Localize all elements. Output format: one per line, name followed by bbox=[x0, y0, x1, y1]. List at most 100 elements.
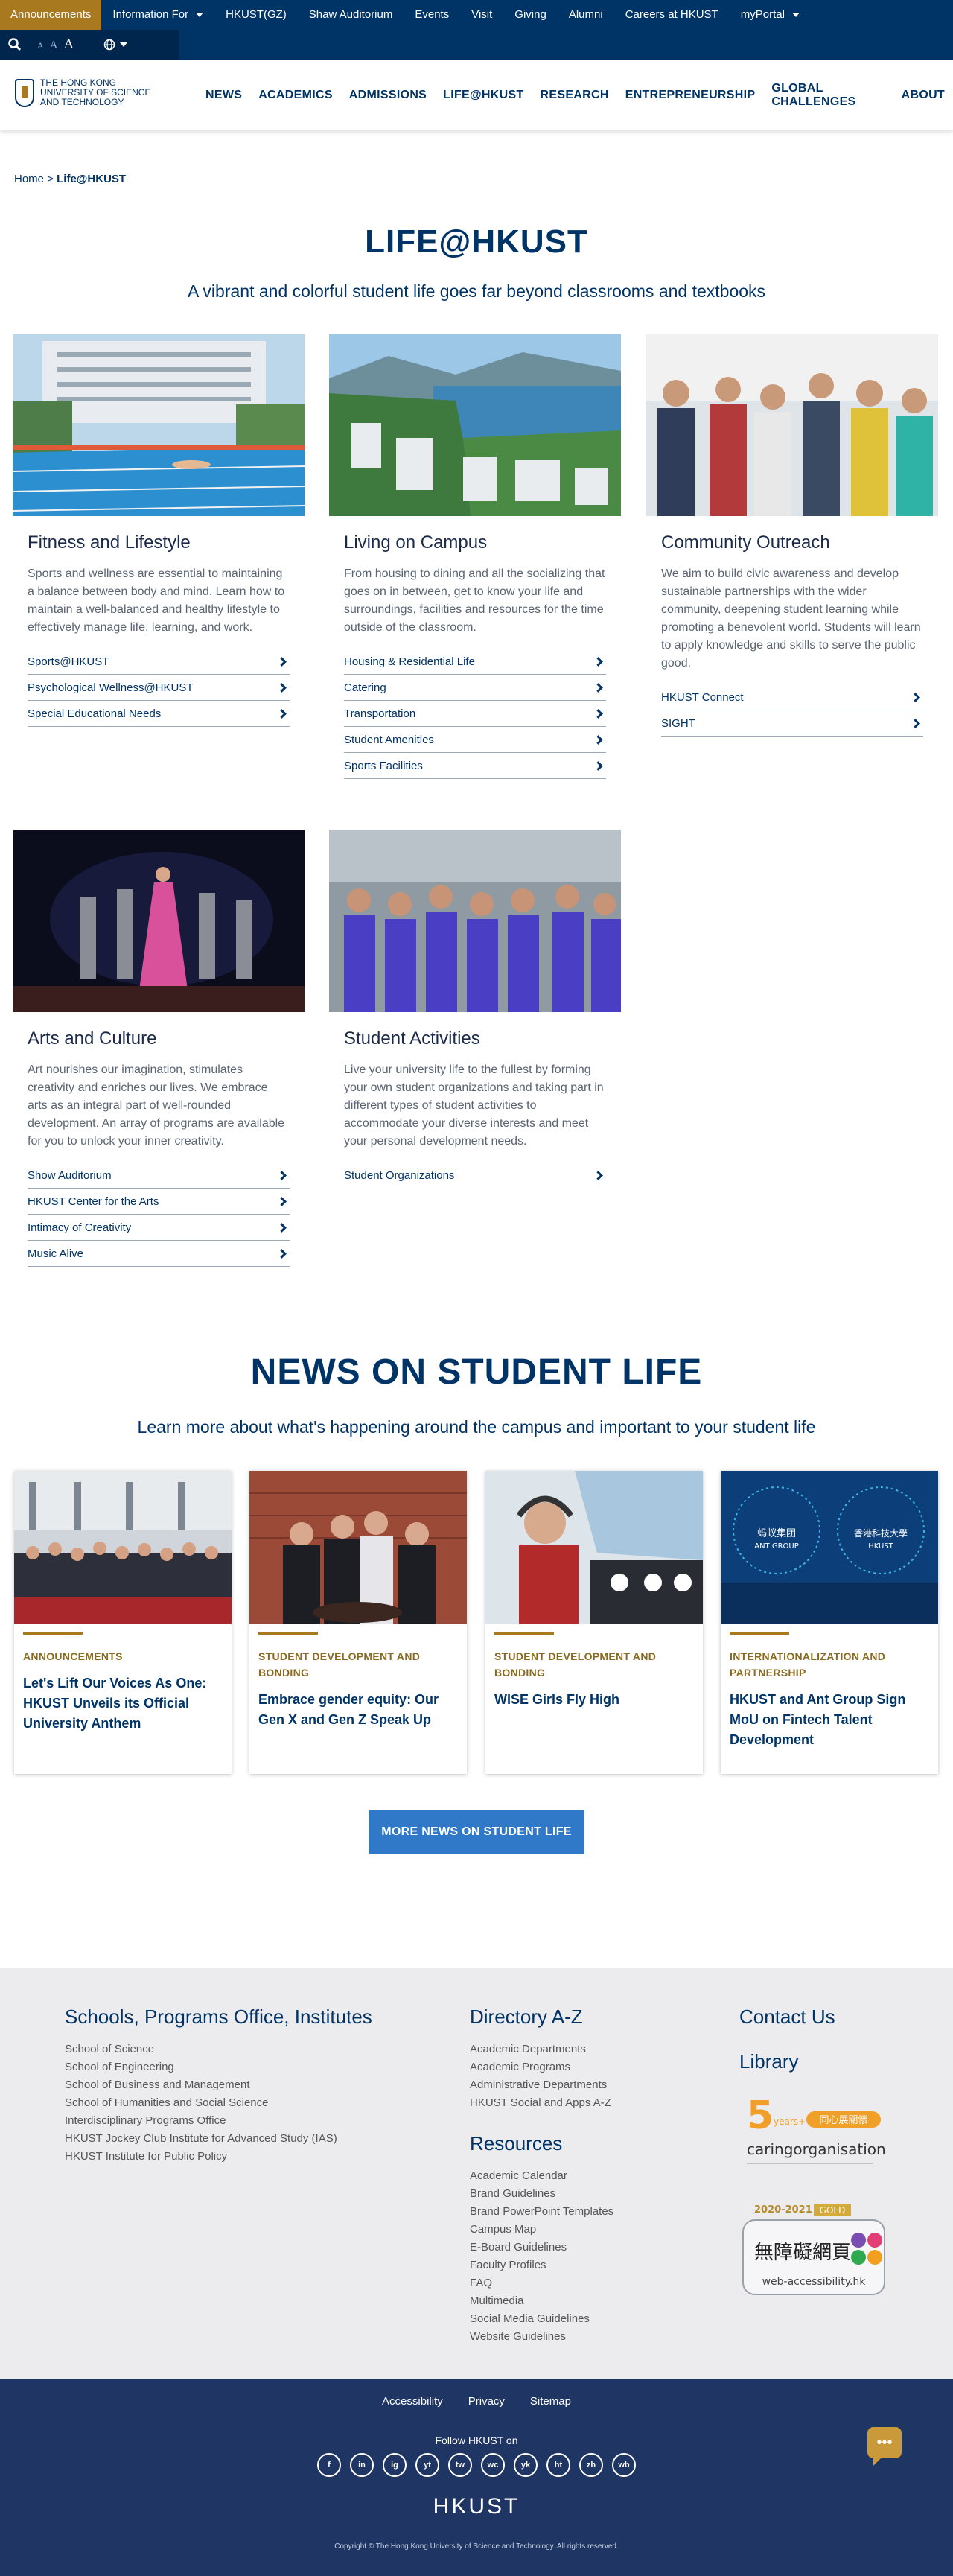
instagram-icon[interactable]: ig bbox=[383, 2453, 407, 2477]
nav-life-hkust[interactable]: LIFE@HKUST bbox=[435, 89, 532, 102]
card-description: From housing to dining and all the socia… bbox=[344, 567, 605, 634]
font-size-small[interactable]: A bbox=[37, 40, 44, 51]
footer-link-academic-calendar[interactable]: Academic Calendar bbox=[470, 2167, 613, 2185]
card-arts-culture: Arts and Culture Art nourishes our imagi… bbox=[13, 830, 305, 1267]
footer-link-website-guidelines[interactable]: Website Guidelines bbox=[470, 2328, 613, 2346]
footer-legal-links: Accessibility Privacy Sitemap bbox=[0, 2395, 953, 2408]
link-transportation[interactable]: Transportation bbox=[344, 701, 606, 727]
library-link[interactable]: Library bbox=[739, 2050, 798, 2073]
font-size-large[interactable]: A bbox=[64, 36, 74, 53]
footer-link-ppt-templates[interactable]: Brand PowerPoint Templates bbox=[470, 2203, 613, 2221]
footer-hkust-logo[interactable]: HKUST bbox=[0, 2494, 953, 2519]
news-card[interactable]: ANNOUNCEMENTS Let's Lift Our Voices As O… bbox=[14, 1471, 232, 1774]
utility-item-shaw-auditorium[interactable]: Shaw Auditorium bbox=[298, 0, 404, 30]
footer-link-multimedia[interactable]: Multimedia bbox=[470, 2292, 613, 2310]
footer-link-administrative-departments[interactable]: Administrative Departments bbox=[470, 2076, 611, 2094]
hkust-tv-icon[interactable]: ht bbox=[546, 2453, 570, 2477]
twitter-icon[interactable]: tw bbox=[448, 2453, 472, 2477]
utility-item-alumni[interactable]: Alumni bbox=[558, 0, 614, 30]
link-hkust-connect[interactable]: HKUST Connect bbox=[661, 684, 923, 710]
sitemap-link[interactable]: Sitemap bbox=[530, 2395, 571, 2408]
utility-item-information-for[interactable]: Information For bbox=[101, 0, 214, 30]
chevron-right-icon bbox=[277, 1196, 287, 1206]
link-housing[interactable]: Housing & Residential Life bbox=[344, 649, 606, 675]
link-show-auditorium[interactable]: Show Auditorium bbox=[28, 1163, 290, 1189]
link-psychological-wellness[interactable]: Psychological Wellness@HKUST bbox=[28, 675, 290, 701]
nav-academics[interactable]: ACADEMICS bbox=[250, 89, 341, 102]
link-intimacy-of-creativity[interactable]: Intimacy of Creativity bbox=[28, 1215, 290, 1241]
footer-link-school-of-engineering[interactable]: School of Engineering bbox=[65, 2058, 337, 2076]
youku-icon[interactable]: yk bbox=[514, 2453, 538, 2477]
accent-bar bbox=[258, 1632, 318, 1635]
footer-link-brand-guidelines[interactable]: Brand Guidelines bbox=[470, 2185, 613, 2203]
footer-link-interdisciplinary[interactable]: Interdisciplinary Programs Office bbox=[65, 2112, 337, 2130]
news-card[interactable]: 蚂蚁集团 ANT GROUP 香港科技大學 HKUST INTERNATIONA… bbox=[721, 1471, 938, 1774]
utility-item-myportal[interactable]: myPortal bbox=[730, 0, 811, 30]
weibo-icon[interactable]: wb bbox=[612, 2453, 636, 2477]
utility-item-giving[interactable]: Giving bbox=[503, 0, 558, 30]
utility-nav: Announcements Information For HKUST(GZ) … bbox=[0, 0, 953, 30]
link-sports-hkust[interactable]: Sports@HKUST bbox=[28, 649, 290, 675]
footer-link-ias[interactable]: HKUST Jockey Club Institute for Advanced… bbox=[65, 2130, 337, 2148]
footer-link-social-apps[interactable]: HKUST Social and Apps A-Z bbox=[470, 2094, 611, 2112]
link-student-amenities[interactable]: Student Amenities bbox=[344, 727, 606, 753]
breadcrumb-home[interactable]: Home bbox=[14, 173, 44, 185]
chevron-down-icon bbox=[196, 13, 204, 17]
footer-link-business-management[interactable]: School of Business and Management bbox=[65, 2076, 337, 2094]
utility-item-events[interactable]: Events bbox=[404, 0, 460, 30]
footer-link-faq[interactable]: FAQ bbox=[470, 2274, 613, 2292]
card-links: Show Auditorium HKUST Center for the Art… bbox=[28, 1163, 290, 1267]
directory-heading: Directory A-Z bbox=[470, 2006, 583, 2028]
link-catering[interactable]: Catering bbox=[344, 675, 606, 701]
chevron-right-icon bbox=[593, 656, 603, 667]
card-description: Art nourishes our imagination, stimulate… bbox=[28, 1063, 285, 1148]
link-center-for-arts[interactable]: HKUST Center for the Arts bbox=[28, 1189, 290, 1215]
footer-link-social-media-guidelines[interactable]: Social Media Guidelines bbox=[470, 2310, 613, 2328]
footer-directory: Schools, Programs Office, Institutes Sch… bbox=[0, 1968, 953, 2379]
chat-bubble-icon[interactable]: ••• bbox=[867, 2427, 902, 2466]
more-news-button[interactable]: MORE NEWS ON STUDENT LIFE bbox=[369, 1810, 584, 1854]
card-links: HKUST Connect SIGHT bbox=[661, 684, 923, 737]
link-student-organizations[interactable]: Student Organizations bbox=[344, 1163, 606, 1189]
link-special-educational-needs[interactable]: Special Educational Needs bbox=[28, 701, 290, 727]
nav-global-challenges[interactable]: GLOBAL CHALLENGES bbox=[763, 82, 893, 109]
language-switcher[interactable] bbox=[103, 39, 128, 51]
news-card[interactable]: STUDENT DEVELOPMENT AND BONDING WISE Gir… bbox=[485, 1471, 703, 1774]
announcements-link[interactable]: Announcements bbox=[0, 0, 102, 30]
nav-admissions[interactable]: ADMISSIONS bbox=[341, 89, 435, 102]
privacy-link[interactable]: Privacy bbox=[468, 2395, 505, 2408]
nav-news[interactable]: NEWS bbox=[197, 89, 250, 102]
accessibility-years: 2020-2021 bbox=[754, 2204, 812, 2216]
page-title: LIFE@HKUST bbox=[365, 223, 588, 260]
footer-link-campus-map[interactable]: Campus Map bbox=[470, 2221, 613, 2239]
link-music-alive[interactable]: Music Alive bbox=[28, 1241, 290, 1267]
facebook-icon[interactable]: f bbox=[317, 2453, 341, 2477]
footer-link-academic-departments[interactable]: Academic Departments bbox=[470, 2041, 611, 2058]
link-sight[interactable]: SIGHT bbox=[661, 710, 923, 737]
footer-link-public-policy[interactable]: HKUST Institute for Public Policy bbox=[65, 2148, 337, 2166]
link-sports-facilities[interactable]: Sports Facilities bbox=[344, 753, 606, 779]
nav-about[interactable]: ABOUT bbox=[893, 89, 953, 102]
utility-item-hkust-gz[interactable]: HKUST(GZ) bbox=[214, 0, 298, 30]
news-image bbox=[485, 1471, 703, 1624]
contact-us-link[interactable]: Contact Us bbox=[739, 2006, 835, 2029]
zhihu-icon[interactable]: zh bbox=[579, 2453, 603, 2477]
footer-link-humanities[interactable]: School of Humanities and Social Science bbox=[65, 2094, 337, 2112]
footer-link-faculty-profiles[interactable]: Faculty Profiles bbox=[470, 2257, 613, 2274]
footer-link-school-of-science[interactable]: School of Science bbox=[65, 2041, 337, 2058]
search-button[interactable] bbox=[0, 30, 30, 60]
hkust-logo[interactable]: THE HONG KONG UNIVERSITY OF SCIENCE AND … bbox=[15, 78, 159, 107]
accessibility-link[interactable]: Accessibility bbox=[382, 2395, 443, 2408]
card-links: Sports@HKUST Psychological Wellness@HKUS… bbox=[28, 649, 290, 727]
wechat-icon[interactable]: wc bbox=[481, 2453, 505, 2477]
footer-link-eboard[interactable]: E-Board Guidelines bbox=[470, 2239, 613, 2257]
footer-link-academic-programs[interactable]: Academic Programs bbox=[470, 2058, 611, 2076]
font-size-medium[interactable]: A bbox=[50, 39, 58, 52]
linkedin-icon[interactable]: in bbox=[350, 2453, 374, 2477]
utility-item-visit[interactable]: Visit bbox=[460, 0, 503, 30]
nav-entrepreneurship[interactable]: ENTREPRENEURSHIP bbox=[617, 89, 764, 102]
nav-research[interactable]: RESEARCH bbox=[532, 89, 617, 102]
youtube-icon[interactable]: yt bbox=[415, 2453, 439, 2477]
news-card[interactable]: STUDENT DEVELOPMENT AND BONDING Embrace … bbox=[249, 1471, 467, 1774]
utility-item-careers[interactable]: Careers at HKUST bbox=[614, 0, 730, 30]
